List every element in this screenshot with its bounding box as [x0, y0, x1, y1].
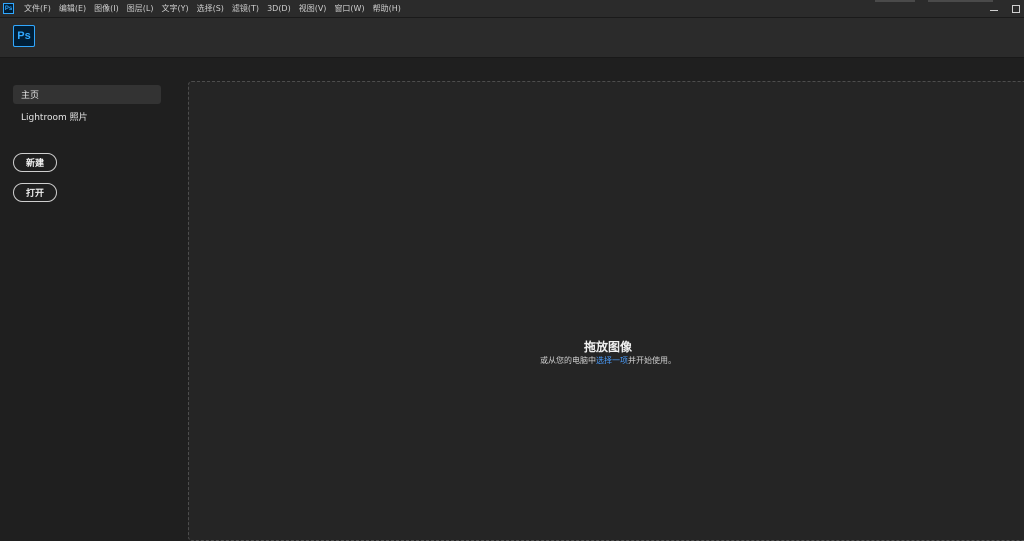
open-button[interactable]: 打开 [13, 183, 57, 202]
photoshop-logo-icon[interactable]: Ps [13, 25, 35, 47]
menu-type[interactable]: 文字(Y) [157, 3, 192, 14]
drop-subtitle-prefix: 或从您的电脑中 [540, 356, 596, 365]
menu-layer[interactable]: 图层(L) [123, 3, 158, 14]
menu-3d[interactable]: 3D(D) [263, 4, 295, 13]
menu-file[interactable]: 文件(F) [20, 3, 55, 14]
sidebar-item-home[interactable]: 主页 [13, 85, 161, 104]
tab-indicator [928, 0, 993, 2]
menu-image[interactable]: 图像(I) [90, 3, 123, 14]
drop-subtitle: 或从您的电脑中选择一项并开始使用。 [189, 355, 1024, 366]
menu-view[interactable]: 视图(V) [295, 3, 331, 14]
menu-select[interactable]: 选择(S) [193, 3, 228, 14]
window-controls [990, 0, 1020, 17]
drop-zone[interactable]: 拖放图像 或从您的电脑中选择一项并开始使用。 [188, 81, 1024, 541]
select-file-link[interactable]: 选择一项 [596, 356, 628, 365]
minimize-icon[interactable] [990, 5, 998, 13]
header-bar: Ps [0, 18, 1024, 58]
menu-window[interactable]: 窗口(W) [330, 3, 368, 14]
photoshop-app-icon[interactable]: Ps [3, 3, 14, 14]
menu-help[interactable]: 帮助(H) [369, 3, 405, 14]
maximize-icon[interactable] [1012, 4, 1020, 13]
tab-indicator [875, 0, 915, 2]
drop-title: 拖放图像 [583, 340, 632, 354]
menu-bar: Ps 文件(F) 编辑(E) 图像(I) 图层(L) 文字(Y) 选择(S) 滤… [0, 0, 1024, 18]
menu-edit[interactable]: 编辑(E) [55, 3, 90, 14]
menu-filter[interactable]: 滤镜(T) [228, 3, 263, 14]
sidebar-item-lightroom[interactable]: Lightroom 照片 [13, 107, 161, 126]
new-button[interactable]: 新建 [13, 153, 57, 172]
drop-subtitle-suffix: 并开始使用。 [628, 356, 676, 365]
sidebar: 主页 Lightroom 照片 新建 打开 [0, 58, 180, 535]
